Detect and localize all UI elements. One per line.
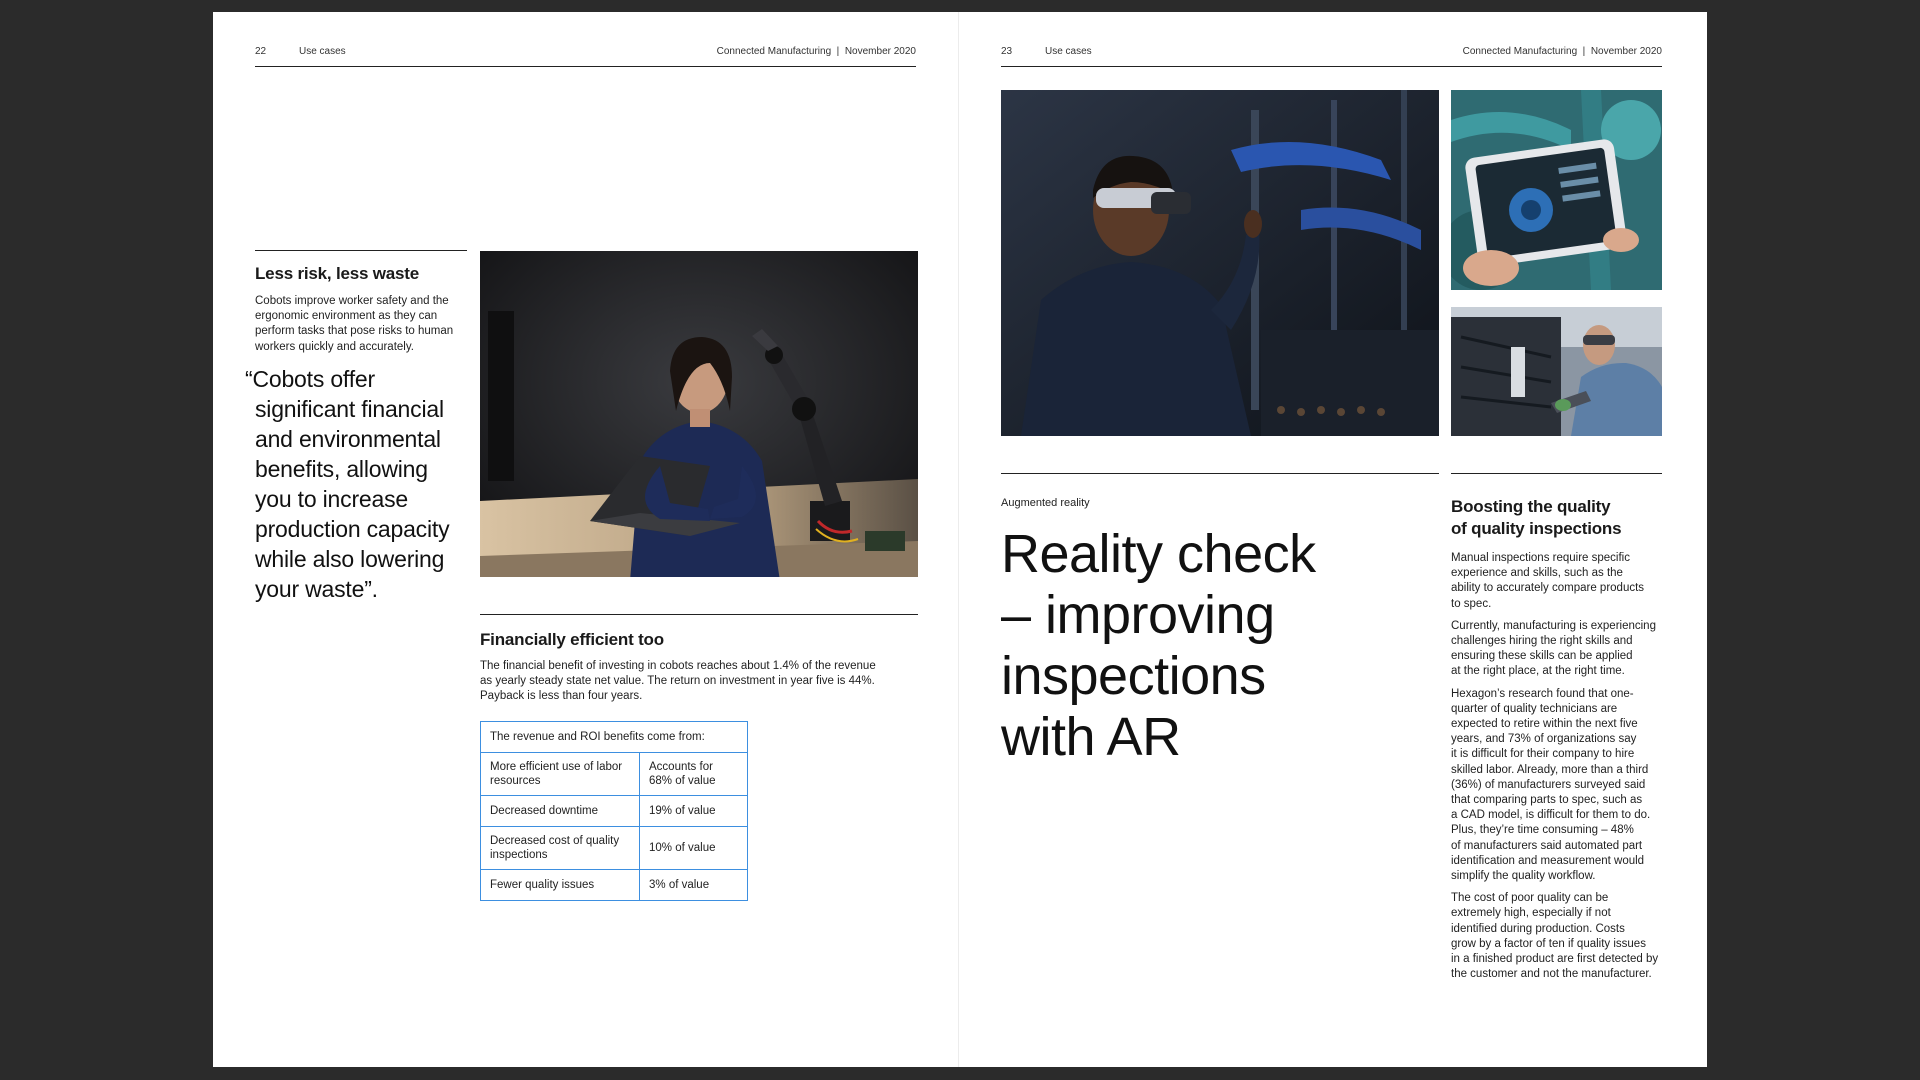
ar-headset-photo-art — [1001, 90, 1439, 436]
text-line: Manual inspections require specific — [1451, 552, 1630, 564]
text-line: it is difficult for their company to hir… — [1451, 748, 1635, 761]
table-row: Fewer quality issues 3% of value — [480, 869, 748, 901]
page-left: 22 Use cases Connected Manufacturing | N… — [213, 12, 958, 1067]
section-label: Use cases — [299, 46, 346, 57]
page-right: 23 Use cases Connected Manufacturing | N… — [959, 12, 1707, 1067]
text-line: perform tasks that pose risks to human — [255, 325, 454, 338]
quote-line: significant financial — [255, 396, 444, 422]
cobot-photo — [480, 251, 918, 577]
text-line: Cobots improve worker safety and the — [255, 295, 449, 307]
section-rule — [480, 614, 918, 615]
table-cell-item: Decreased downtime — [480, 795, 640, 827]
text-line: that comparing parts to spec, such as — [1451, 794, 1643, 807]
table-cell-value: 3% of value — [639, 869, 748, 901]
text-line: at the right place, at the right time. — [1451, 665, 1625, 678]
table-cell-item: More efficient use of labor resources — [480, 752, 640, 796]
text-line: skilled labor. Already, more than a thir… — [1451, 763, 1649, 776]
text-line: identified during production. Costs — [1451, 922, 1625, 935]
financial-body: The financial benefit of investing in co… — [480, 659, 920, 705]
document-spread: 22 Use cases Connected Manufacturing | N… — [213, 12, 1707, 1067]
table-cell-item: Fewer quality issues — [480, 869, 640, 901]
text-line: simplify the quality workflow. — [1451, 870, 1596, 883]
article-title: Reality check – improving inspections wi… — [1001, 524, 1441, 768]
title-line: inspections — [1001, 646, 1266, 706]
heading-line: Boosting the quality — [1451, 497, 1611, 516]
text-line: in a finished product are first detected… — [1451, 953, 1659, 966]
text-line: years, and 73% of organizations say — [1451, 733, 1637, 746]
quote-line: “Cobots offer — [245, 366, 375, 392]
boosting-body: Manual inspections require specific expe… — [1451, 551, 1667, 989]
financial-heading: Financially efficient too — [480, 630, 664, 649]
kicker-label: Augmented reality — [1001, 497, 1090, 509]
page-header-left: 22 Use cases Connected Manufacturing | N… — [255, 46, 916, 67]
less-risk-body: Cobots improve worker safety and the erg… — [255, 294, 475, 355]
quote-line: production capacity — [255, 516, 450, 542]
page-number: 22 — [255, 46, 267, 57]
publication-label: Connected Manufacturing | November 2020 — [716, 46, 916, 57]
text-line: Payback is less than four years. — [480, 690, 643, 703]
table-header-row: The revenue and ROI benefits come from: — [480, 721, 748, 753]
heading-line: of quality inspections — [1451, 519, 1622, 538]
text-line: ability to accurately compare products — [1451, 582, 1645, 595]
pull-quote: “Cobots offer significant financial and … — [245, 364, 475, 604]
text-line: (36%) of manufacturers surveyed said — [1451, 778, 1646, 791]
quote-line: benefits, allowing — [255, 456, 428, 482]
ar-headset-photo — [1001, 90, 1439, 436]
paragraph: Currently, manufacturing is experiencing… — [1451, 619, 1667, 680]
table-cell-value: 19% of value — [639, 795, 748, 827]
page-number: 23 — [1001, 46, 1013, 57]
tablet-photo — [1451, 90, 1662, 290]
text-line: extremely high, especially if not — [1451, 907, 1611, 920]
text-line: to spec. — [1451, 597, 1492, 610]
text-line: workers quickly and accurately. — [255, 340, 414, 353]
quote-line: and environmental — [255, 426, 441, 452]
table-row: Decreased downtime 19% of value — [480, 795, 748, 827]
text-line: identification and measurement would — [1451, 854, 1645, 867]
title-line: Reality check — [1001, 524, 1316, 584]
page-header-right: 23 Use cases Connected Manufacturing | N… — [1001, 46, 1662, 67]
paragraph: The cost of poor quality can be extremel… — [1451, 891, 1667, 982]
table-cell-item: Decreased cost of quality inspections — [480, 826, 640, 870]
text-line: Hexagon’s research found that one- — [1451, 687, 1634, 700]
quote-line: while also lowering — [255, 546, 445, 572]
technician-photo — [1451, 307, 1662, 436]
quote-line: you to increase — [255, 486, 408, 512]
cobot-photo-art — [480, 251, 918, 577]
publication-label: Connected Manufacturing | November 2020 — [1462, 46, 1662, 57]
text-line: the customer and not the manufacturer. — [1451, 968, 1652, 981]
table-row: More efficient use of labor resources Ac… — [480, 752, 748, 796]
text-line: The cost of poor quality can be — [1451, 892, 1609, 905]
quote-line: your waste”. — [255, 576, 378, 602]
table-header-cell: The revenue and ROI benefits come from: — [480, 721, 748, 753]
text-line: ensuring these skills can be applied — [1451, 650, 1633, 663]
title-line: with AR — [1001, 707, 1181, 767]
text-line: grow by a factor of ten if quality issue… — [1451, 937, 1646, 950]
text-line: challenges hiring the right skills and — [1451, 635, 1633, 648]
text-line: a CAD model, is difficult for them to do… — [1451, 809, 1651, 822]
paragraph: Manual inspections require specific expe… — [1451, 551, 1667, 612]
section-rule — [255, 250, 467, 251]
text-line: as yearly steady state net value. The re… — [480, 675, 875, 688]
section-rule — [1451, 473, 1662, 474]
table-cell-value: Accounts for 68% of value — [639, 752, 748, 796]
text-line: expected to retire within the next five — [1451, 718, 1638, 731]
section-label: Use cases — [1045, 46, 1092, 57]
technician-photo-art — [1451, 307, 1662, 436]
table-row: Decreased cost of quality inspections 10… — [480, 826, 748, 870]
text-line: experience and skills, such as the — [1451, 567, 1623, 580]
boosting-heading: Boosting the quality of quality inspecti… — [1451, 496, 1622, 540]
title-line: – improving — [1001, 585, 1275, 645]
benefits-table: The revenue and ROI benefits come from: … — [480, 721, 748, 901]
table-cell-value: 10% of value — [639, 826, 748, 870]
section-rule — [1001, 473, 1439, 474]
tablet-photo-art — [1451, 90, 1662, 290]
paragraph: Hexagon’s research found that one- quart… — [1451, 687, 1667, 885]
text-line: quarter of quality technicians are — [1451, 702, 1618, 715]
text-line: Currently, manufacturing is experiencing — [1451, 619, 1656, 632]
text-line: The financial benefit of investing in co… — [480, 660, 876, 672]
text-line: ergonomic environment as they can — [255, 310, 438, 323]
less-risk-heading: Less risk, less waste — [255, 264, 420, 283]
text-line: Plus, they’re time consuming – 48% — [1451, 824, 1634, 837]
text-line: of manufacturers said automated part — [1451, 839, 1643, 852]
